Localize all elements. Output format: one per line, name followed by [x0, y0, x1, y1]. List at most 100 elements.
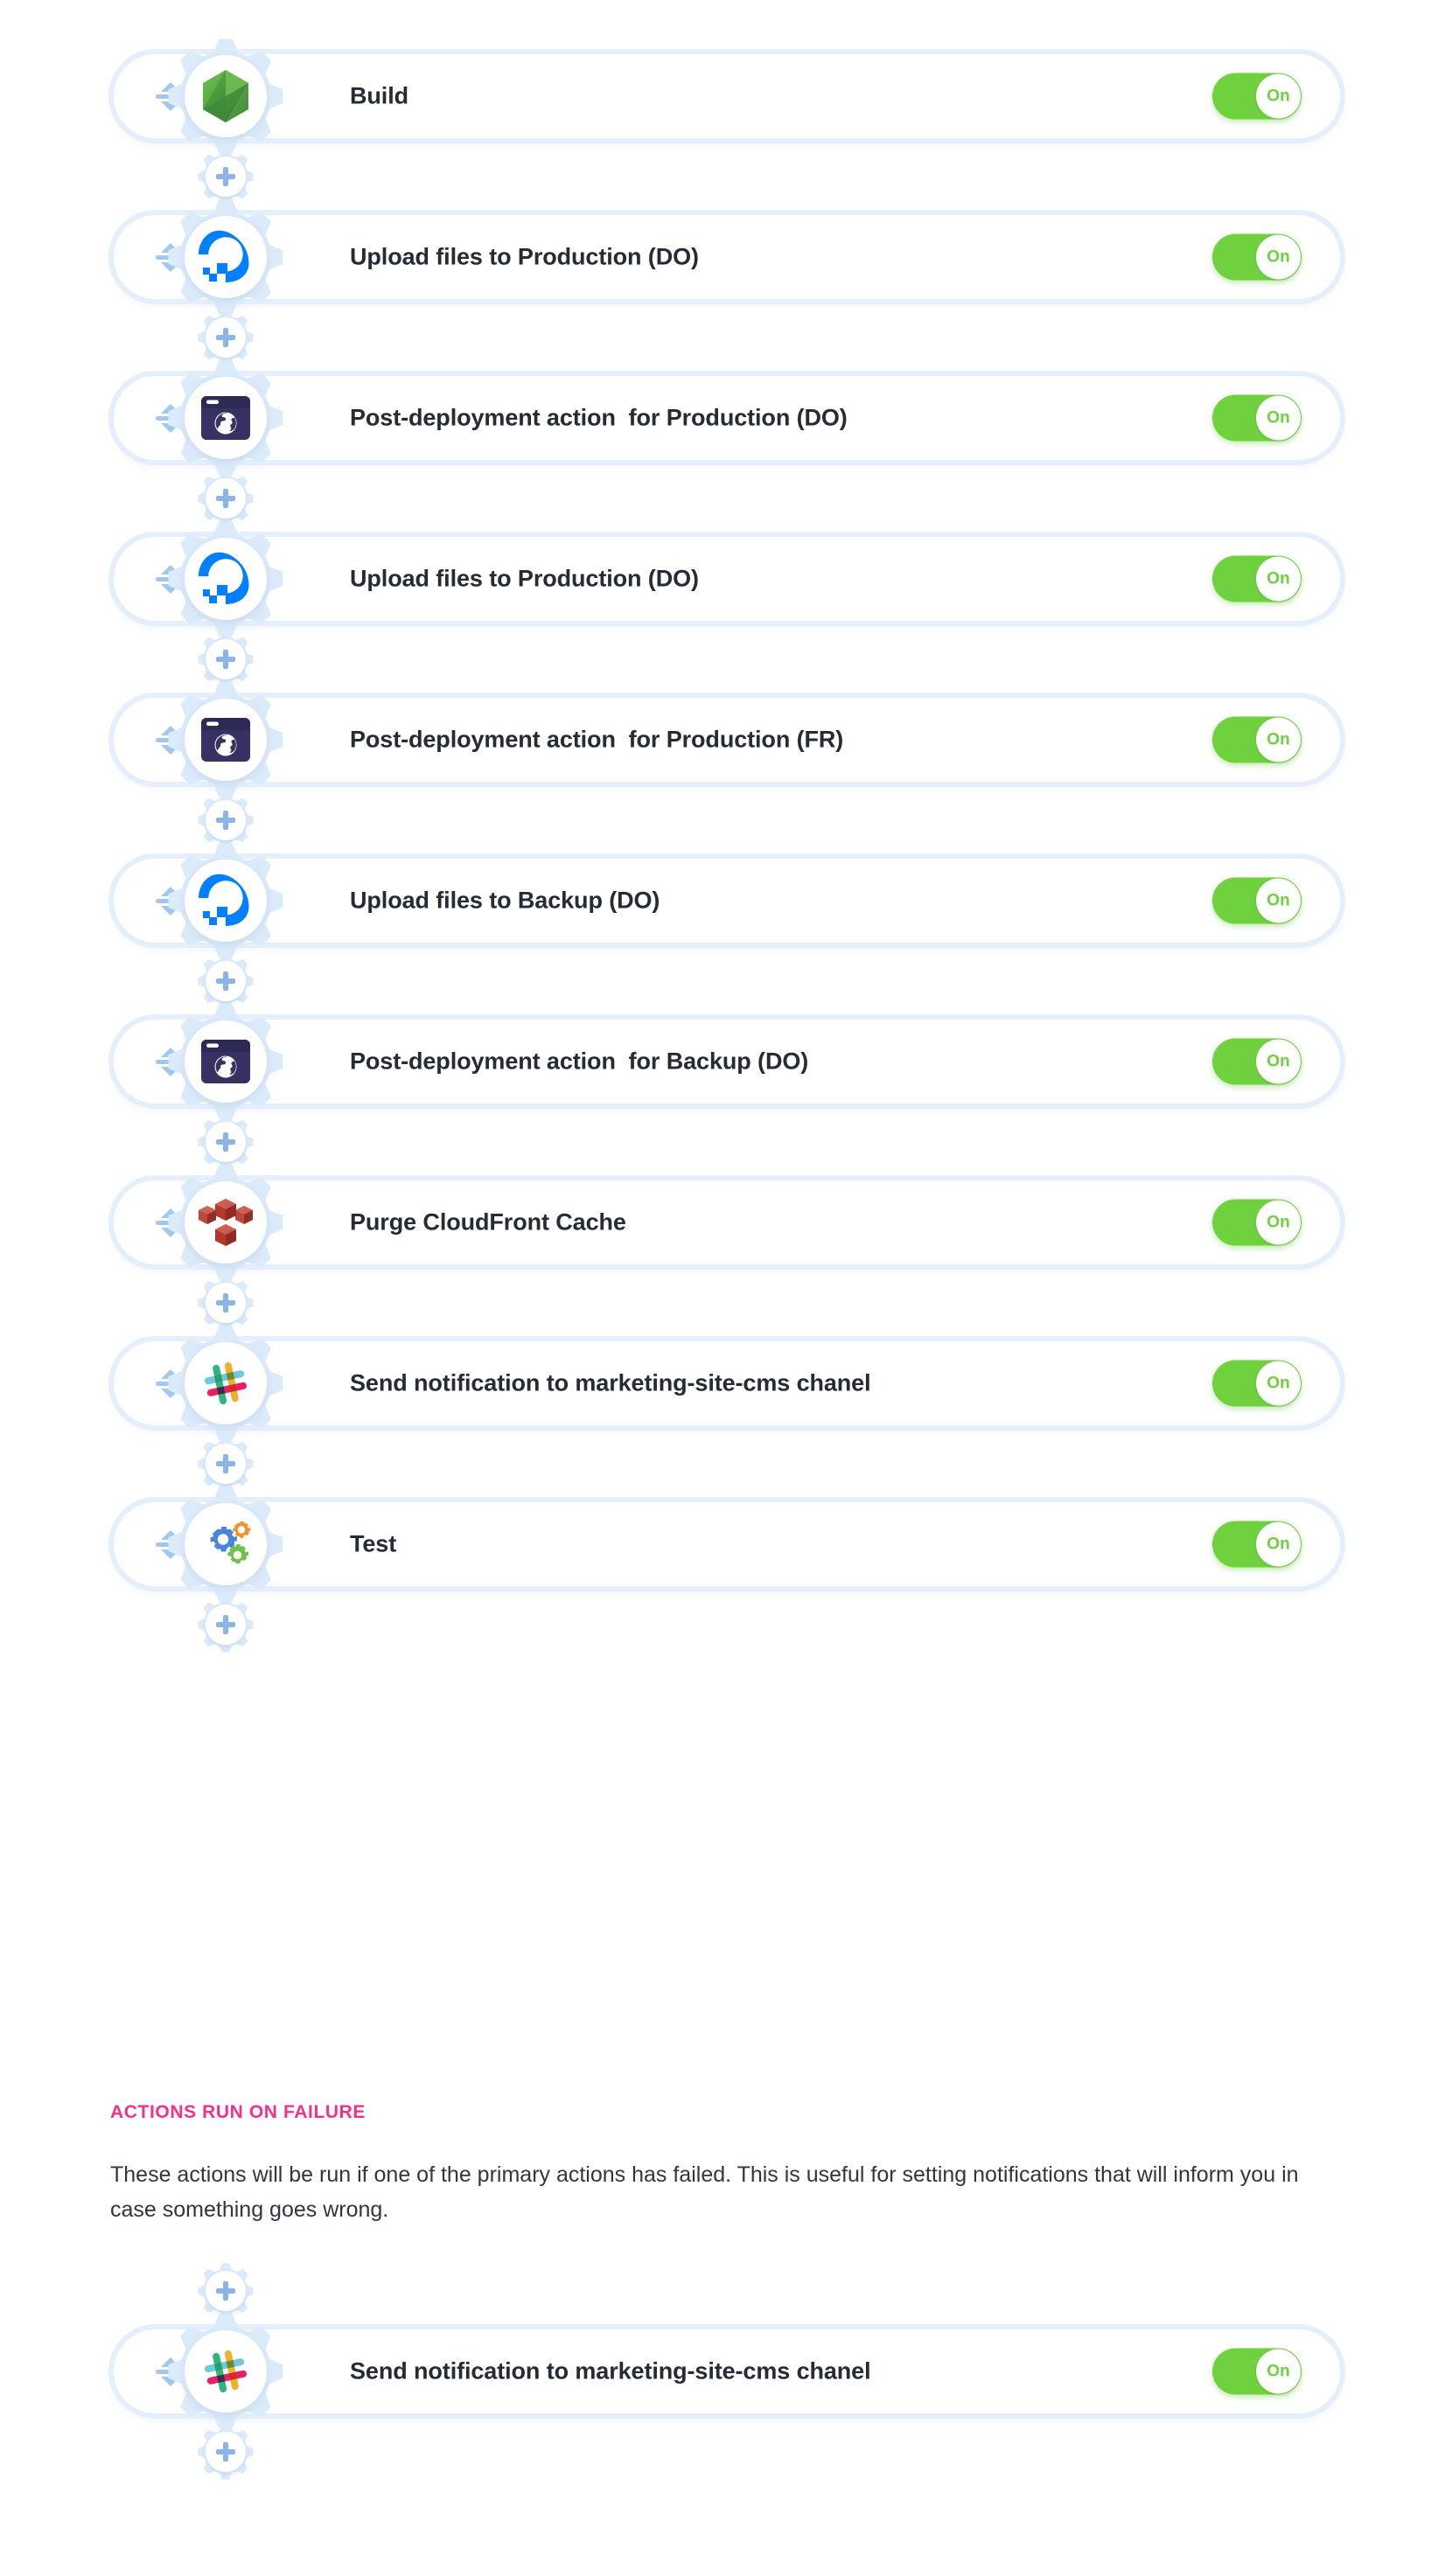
digitalocean-icon — [185, 216, 267, 298]
action-connector — [0, 1597, 1452, 1653]
action-row[interactable]: On Send notification to marketing-site-c… — [0, 2329, 1452, 2413]
action-icon-badge[interactable] — [168, 1486, 283, 1602]
plus-icon-vertical — [223, 971, 228, 991]
pipeline-actions-list: On BuildOn Upload files to Production (D… — [0, 0, 1452, 1663]
action-icon-badge[interactable] — [168, 1326, 283, 1441]
plus-icon-vertical — [223, 1132, 228, 1152]
action-row[interactable]: On Upload files to Production (DO) — [0, 215, 1452, 299]
action-icon-badge[interactable] — [168, 521, 283, 637]
action-card[interactable]: On — [114, 54, 1340, 138]
add-action-button[interactable] — [198, 149, 254, 205]
section-heading-actions-run-on-failure: ACTIONS RUN ON FAILURE — [110, 2102, 366, 2123]
action-enabled-toggle[interactable]: On — [1212, 878, 1302, 924]
plus-icon-vertical — [223, 2281, 228, 2301]
action-enabled-toggle[interactable]: On — [1212, 1521, 1302, 1568]
action-icon-badge[interactable] — [168, 2314, 283, 2429]
action-label: Purge CloudFront Cache — [350, 1209, 626, 1236]
action-label: Upload files to Backup (DO) — [350, 888, 660, 915]
add-action-button[interactable] — [198, 310, 254, 366]
action-row[interactable]: On Upload files to Production (DO) — [0, 537, 1452, 621]
add-action-button[interactable] — [198, 2424, 254, 2480]
action-enabled-toggle[interactable]: On — [1212, 395, 1302, 442]
action-connector — [0, 1114, 1452, 1170]
failure-actions-list: On Send notification to marketing-site-c… — [0, 2252, 1452, 2490]
action-label: Post-deployment action for Production (D… — [350, 405, 848, 432]
browser-globe-icon — [185, 1020, 267, 1103]
browser-globe-icon — [185, 377, 267, 459]
toggle-state-label: On — [1256, 557, 1301, 602]
plus-icon-vertical — [223, 811, 228, 830]
action-card[interactable]: On — [114, 215, 1340, 299]
action-icon-badge[interactable] — [168, 1004, 283, 1119]
action-label: Upload files to Production (DO) — [350, 566, 699, 593]
plus-icon-vertical — [223, 650, 228, 669]
action-connector — [0, 149, 1452, 205]
add-action-button[interactable] — [198, 1114, 254, 1170]
toggle-state-label: On — [1256, 396, 1301, 441]
action-card[interactable]: On — [114, 859, 1340, 943]
pipeline-actions-page: On BuildOn Upload files to Production (D… — [0, 0, 1452, 2576]
action-connector — [0, 1436, 1452, 1492]
add-action-button[interactable] — [198, 953, 254, 1009]
action-row[interactable]: On Post-deployment action for Backup (DO… — [0, 1020, 1452, 1104]
action-row[interactable]: On Post-deployment action for Production… — [0, 376, 1452, 460]
action-icon-badge[interactable] — [168, 1165, 283, 1280]
action-icon-badge[interactable] — [168, 38, 283, 154]
action-row[interactable]: On Purge CloudFront Cache — [0, 1180, 1452, 1264]
plus-icon-vertical — [223, 1293, 228, 1312]
plus-icon-vertical — [223, 489, 228, 508]
action-label: Build — [350, 83, 408, 110]
action-label: Upload files to Production (DO) — [350, 244, 699, 271]
add-action-button[interactable] — [198, 470, 254, 526]
action-row[interactable]: On Send notification to marketing-site-c… — [0, 1341, 1452, 1425]
action-row[interactable]: On Test — [0, 1502, 1452, 1586]
action-enabled-toggle[interactable]: On — [1212, 556, 1302, 602]
action-enabled-toggle[interactable]: On — [1212, 1200, 1302, 1246]
slack-icon — [185, 1342, 267, 1424]
add-action-button[interactable] — [198, 1436, 254, 1492]
digitalocean-icon — [185, 860, 267, 942]
action-label: Send notification to marketing-site-cms … — [350, 1370, 871, 1397]
action-card[interactable]: On — [114, 1502, 1340, 1586]
action-connector — [0, 310, 1452, 366]
add-action-button[interactable] — [198, 1597, 254, 1653]
add-action-button[interactable] — [198, 1275, 254, 1331]
action-label: Post-deployment action for Production (F… — [350, 727, 843, 754]
gears-icon — [185, 1503, 267, 1585]
toggle-state-label: On — [1256, 2350, 1301, 2394]
action-row[interactable]: On Upload files to Backup (DO) — [0, 859, 1452, 943]
action-enabled-toggle[interactable]: On — [1212, 73, 1302, 120]
action-enabled-toggle[interactable]: On — [1212, 2349, 1302, 2395]
section-description: These actions will be run if one of the … — [110, 2158, 1335, 2227]
add-action-button[interactable] — [198, 2263, 254, 2319]
action-connector — [0, 2424, 1452, 2480]
add-action-button[interactable] — [198, 792, 254, 848]
toggle-state-label: On — [1256, 74, 1301, 119]
action-icon-badge[interactable] — [168, 199, 283, 315]
plus-icon-vertical — [223, 167, 228, 186]
toggle-state-label: On — [1256, 879, 1301, 923]
plus-icon-vertical — [223, 328, 228, 347]
action-card[interactable]: On — [114, 537, 1340, 621]
digitalocean-icon — [185, 538, 267, 620]
nodejs-icon — [185, 55, 267, 137]
plus-icon-vertical — [223, 1454, 228, 1473]
action-enabled-toggle[interactable]: On — [1212, 717, 1302, 763]
slack-icon — [185, 2330, 267, 2412]
action-icon-badge[interactable] — [168, 682, 283, 797]
action-enabled-toggle[interactable]: On — [1212, 1039, 1302, 1085]
action-enabled-toggle[interactable]: On — [1212, 1361, 1302, 1407]
toggle-state-label: On — [1256, 235, 1301, 280]
action-icon-badge[interactable] — [168, 360, 283, 476]
action-enabled-toggle[interactable]: On — [1212, 234, 1302, 281]
add-action-button[interactable] — [198, 631, 254, 687]
action-icon-badge[interactable] — [168, 843, 283, 958]
action-card[interactable]: On — [114, 1180, 1340, 1264]
action-connector — [0, 792, 1452, 848]
action-row[interactable]: On Build — [0, 54, 1452, 138]
toggle-state-label: On — [1256, 1361, 1301, 1406]
action-row[interactable]: On Post-deployment action for Production… — [0, 698, 1452, 782]
toggle-state-label: On — [1256, 718, 1301, 762]
toggle-state-label: On — [1256, 1201, 1301, 1245]
browser-globe-icon — [185, 699, 267, 781]
